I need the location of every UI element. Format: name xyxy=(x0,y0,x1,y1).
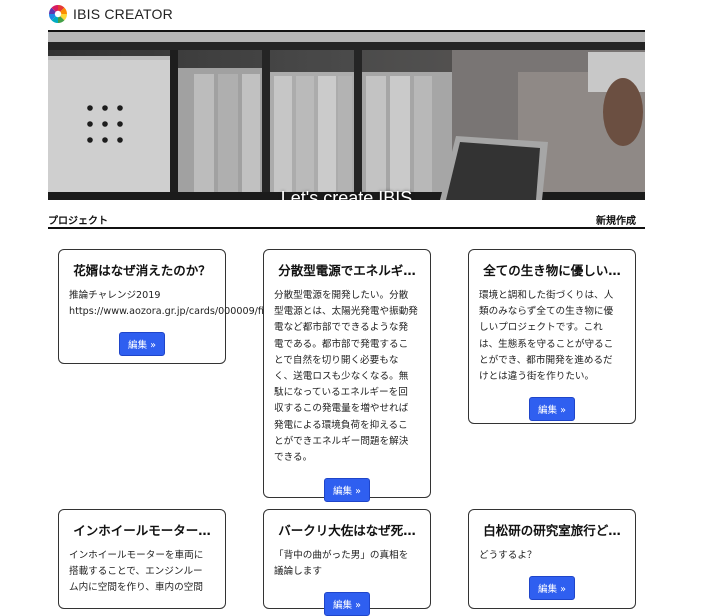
edit-button[interactable]: 編集 » xyxy=(528,576,576,601)
project-card: バークリ大佐はなぜ死… 「背中の曲がった男」の真相を 議論します 編集 » xyxy=(263,509,431,616)
project-card: インホイールモーター… インホイールモーターを車両に 搭載することで、エンジンル… xyxy=(58,509,226,609)
project-card: 白松研の研究室旅行ど… どうするよ？ 編集 » xyxy=(468,509,636,609)
project-description: 分散型電源を開発したい。分散 型電源とは、太陽光発電や振動発 電など都市部ででき… xyxy=(274,290,418,464)
hero-title: Let's create IBIS xyxy=(280,188,413,200)
section-divider xyxy=(48,227,645,229)
office-bookshelf-photo xyxy=(48,32,645,200)
edit-button[interactable]: 編集 » xyxy=(528,397,576,422)
new-project-link[interactable]: 新規作成 xyxy=(596,212,636,227)
project-description: 環境と調和した街づくりは、人 類のみならず全ての生き物に優 しいプロジェクトです… xyxy=(479,290,614,383)
project-description: 「背中の曲がった男」の真相を 議論します xyxy=(274,550,409,578)
app-title[interactable]: IBIS CREATOR xyxy=(73,6,173,22)
project-title[interactable]: 分散型電源でエネルギ… xyxy=(274,260,420,279)
edit-button[interactable]: 編集 » xyxy=(118,332,166,357)
project-title[interactable]: バークリ大佐はなぜ死… xyxy=(274,520,420,539)
project-card: 全ての生き物に優しい… 環境と調和した街づくりは、人 類のみならず全ての生き物に… xyxy=(468,249,636,424)
project-description: 推論チャレンジ2019 https://www.aozora.gr.jp/car… xyxy=(69,290,372,318)
edit-button[interactable]: 編集 » xyxy=(323,592,371,616)
ibis-color-wheel-logo-icon[interactable] xyxy=(48,4,68,24)
project-title[interactable]: インホイールモーター… xyxy=(69,520,215,539)
app-header: IBIS CREATOR xyxy=(48,3,173,25)
project-card: 分散型電源でエネルギ… 分散型電源を開発したい。分散 型電源とは、太陽光発電や振… xyxy=(263,249,431,503)
section-title: プロジェクト xyxy=(48,216,108,227)
hero-banner: Let's create IBIS xyxy=(48,32,645,200)
edit-button[interactable]: 編集 » xyxy=(323,478,371,503)
project-description: どうするよ？ xyxy=(479,550,537,561)
project-title[interactable]: 白松研の研究室旅行ど… xyxy=(479,520,625,539)
project-title[interactable]: 全ての生き物に優しい… xyxy=(479,260,625,279)
project-description: インホイールモーターを車両に 搭載することで、エンジンルー ム内に空間を作り、車… xyxy=(69,550,204,594)
project-title[interactable]: 花婿はなぜ消えたのか？ xyxy=(69,260,215,279)
project-card: 花婿はなぜ消えたのか？ 推論チャレンジ2019 https://www.aozo… xyxy=(58,249,372,364)
